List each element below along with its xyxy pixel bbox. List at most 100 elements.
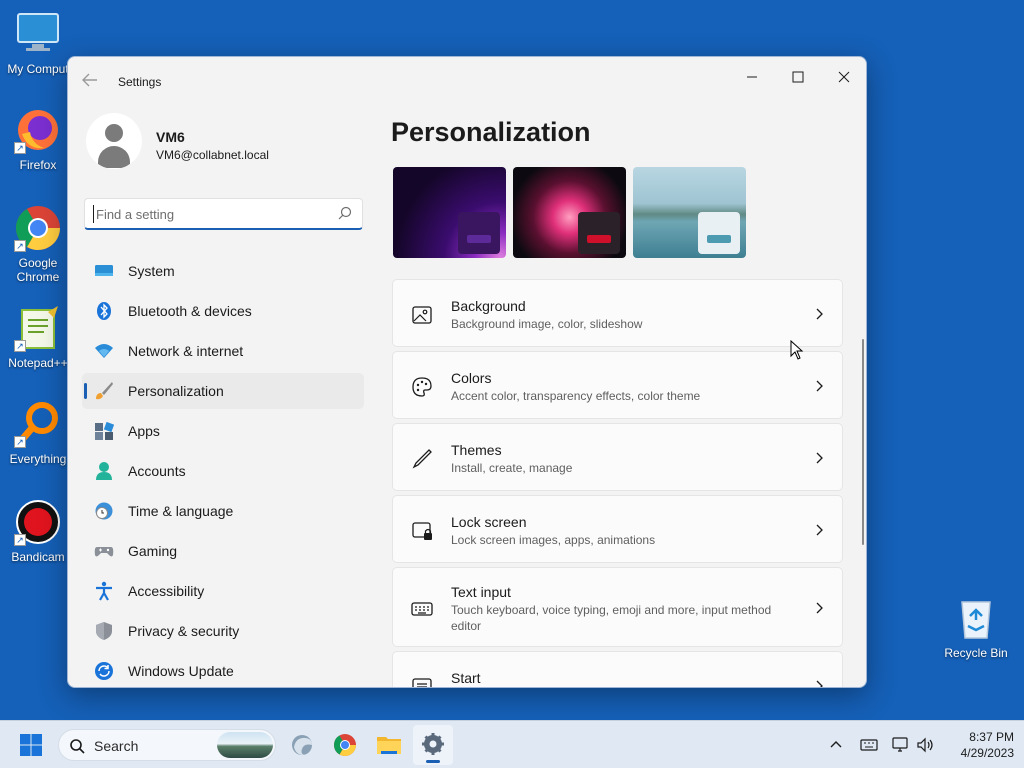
chevron-right-icon <box>814 451 824 465</box>
nav-item-bluetooth[interactable]: Bluetooth & devices <box>82 293 364 329</box>
search-icon <box>69 738 85 754</box>
search-input[interactable] <box>93 205 333 223</box>
card-description: Background image, color, slideshow <box>451 317 643 331</box>
accounts-icon <box>94 461 114 481</box>
nav-item-privacy[interactable]: Privacy & security <box>82 613 364 649</box>
nav-label: System <box>128 263 175 279</box>
chrome-icon: ↗ <box>14 204 62 252</box>
nav-item-gaming[interactable]: Gaming <box>82 533 364 569</box>
search-icon <box>338 206 352 220</box>
chevron-right-icon <box>814 307 824 321</box>
desktop-icon-firefox[interactable]: ↗ Firefox <box>0 106 76 172</box>
gamepad-icon <box>94 541 114 561</box>
nav-item-apps[interactable]: Apps <box>82 413 364 449</box>
minimize-icon <box>747 76 757 78</box>
show-hidden-icons-chevron-icon[interactable] <box>828 735 844 755</box>
card-title: Lock screen <box>451 514 527 530</box>
desktop-icon-label: My Comput <box>7 62 69 76</box>
nav-item-personalization[interactable]: Personalization <box>82 373 364 409</box>
shield-icon <box>94 621 114 641</box>
brush-icon <box>94 381 114 401</box>
taskbar-chrome[interactable] <box>325 725 365 765</box>
minimize-button[interactable] <box>729 63 775 93</box>
accessibility-icon <box>94 581 114 601</box>
volume-icon[interactable] <box>915 735 935 755</box>
theme-preview-lake[interactable] <box>633 167 746 258</box>
clock-time: 8:37 PM <box>969 730 1014 744</box>
desktop-icon-notepadpp[interactable]: ↗ Notepad++ <box>0 304 76 370</box>
taskbar-edge[interactable] <box>282 725 322 765</box>
network-status-icon[interactable] <box>890 735 910 755</box>
title-bar[interactable]: Settings <box>68 57 866 105</box>
user-email: VM6@collabnet.local <box>156 148 269 162</box>
desktop-icon-label: Google Chrome <box>16 256 60 284</box>
image-icon <box>411 304 433 326</box>
card-title: Start <box>451 670 481 686</box>
desktop-icon-recycle-bin[interactable]: Recycle Bin <box>940 596 1012 660</box>
nav-label: Gaming <box>128 543 178 559</box>
taskbar-search[interactable]: Search <box>58 729 276 761</box>
nav-item-network[interactable]: Network & internet <box>82 333 364 369</box>
taskbar-settings[interactable] <box>413 725 453 765</box>
taskbar: Search 8:37 PM 4/29/2023 <box>0 720 1024 768</box>
card-themes[interactable]: Themes Install, create, manage <box>392 423 843 491</box>
folder-icon <box>377 737 401 754</box>
card-description: Touch keyboard, voice typing, emoji and … <box>451 603 772 633</box>
shortcut-arrow-icon: ↗ <box>14 340 26 352</box>
recycle-bin-label: Recycle Bin <box>944 646 1008 660</box>
scrollbar[interactable] <box>862 339 864 545</box>
back-arrow-icon[interactable] <box>82 73 100 89</box>
nav-item-accessibility[interactable]: Accessibility <box>82 573 364 609</box>
system-clock[interactable]: 8:37 PM 4/29/2023 <box>944 729 1014 761</box>
start-button[interactable] <box>19 733 43 757</box>
keyboard-layout-icon[interactable] <box>859 735 879 755</box>
nav-item-system[interactable]: System <box>82 253 364 289</box>
settings-window: Settings VM6 VM6@collabnet.local System … <box>67 56 867 688</box>
desktop-icon-bandicam[interactable]: ↗ Bandicam <box>0 498 76 564</box>
nav-item-accounts[interactable]: Accounts <box>82 453 364 489</box>
shortcut-arrow-icon: ↗ <box>14 436 26 448</box>
gear-icon <box>422 733 444 755</box>
close-button[interactable] <box>821 63 866 93</box>
taskbar-file-explorer[interactable] <box>369 725 409 765</box>
firefox-icon: ↗ <box>14 106 62 154</box>
card-text-input[interactable]: Text input Touch keyboard, voice typing,… <box>392 567 843 647</box>
nav-label: Accessibility <box>128 583 205 599</box>
card-background[interactable]: Background Background image, color, slid… <box>392 279 843 347</box>
maximize-button[interactable] <box>775 63 821 93</box>
lock-screen-icon <box>411 520 433 542</box>
card-start[interactable]: Start <box>392 651 843 687</box>
desktop-icon-my-computer[interactable]: My Comput <box>0 10 76 76</box>
card-lock-screen[interactable]: Lock screen Lock screen images, apps, an… <box>392 495 843 563</box>
desktop-icon-label: Notepad++ <box>8 356 68 370</box>
card-description: Accent color, transparency effects, colo… <box>451 389 701 403</box>
notepadpp-icon: ↗ <box>14 304 62 352</box>
theme-preview-bloom[interactable] <box>393 167 506 258</box>
theme-preview-glow[interactable] <box>513 167 626 258</box>
desktop-icon-everything[interactable]: ↗ Everything <box>0 400 76 466</box>
nav-item-time-language[interactable]: Time & language <box>82 493 364 529</box>
record-icon: ↗ <box>14 498 62 546</box>
windows-logo-icon <box>20 734 42 756</box>
search-label: Search <box>94 738 139 754</box>
card-description: Lock screen images, apps, animations <box>451 533 656 547</box>
shortcut-arrow-icon: ↗ <box>14 534 26 546</box>
close-icon <box>838 71 850 83</box>
nav-item-windows-update[interactable]: Windows Update <box>82 653 364 687</box>
window-title: Settings <box>118 75 162 89</box>
nav-label: Accounts <box>128 463 186 479</box>
desktop-icon-chrome[interactable]: ↗ Google Chrome <box>0 204 76 284</box>
nav-label: Time & language <box>128 503 234 519</box>
chrome-icon <box>334 734 356 756</box>
update-icon <box>94 661 114 681</box>
clock-globe-icon <box>94 501 114 521</box>
card-colors[interactable]: Colors Accent color, transparency effect… <box>392 351 843 419</box>
desktop-icon-label: Everything <box>9 452 67 466</box>
avatar[interactable] <box>86 113 142 169</box>
magnifier-icon: ↗ <box>14 400 62 448</box>
bluetooth-icon <box>94 301 114 321</box>
pen-icon <box>411 448 433 470</box>
find-setting-search[interactable] <box>84 198 363 230</box>
recycle-bin-icon <box>956 596 996 640</box>
chevron-right-icon <box>814 379 824 393</box>
